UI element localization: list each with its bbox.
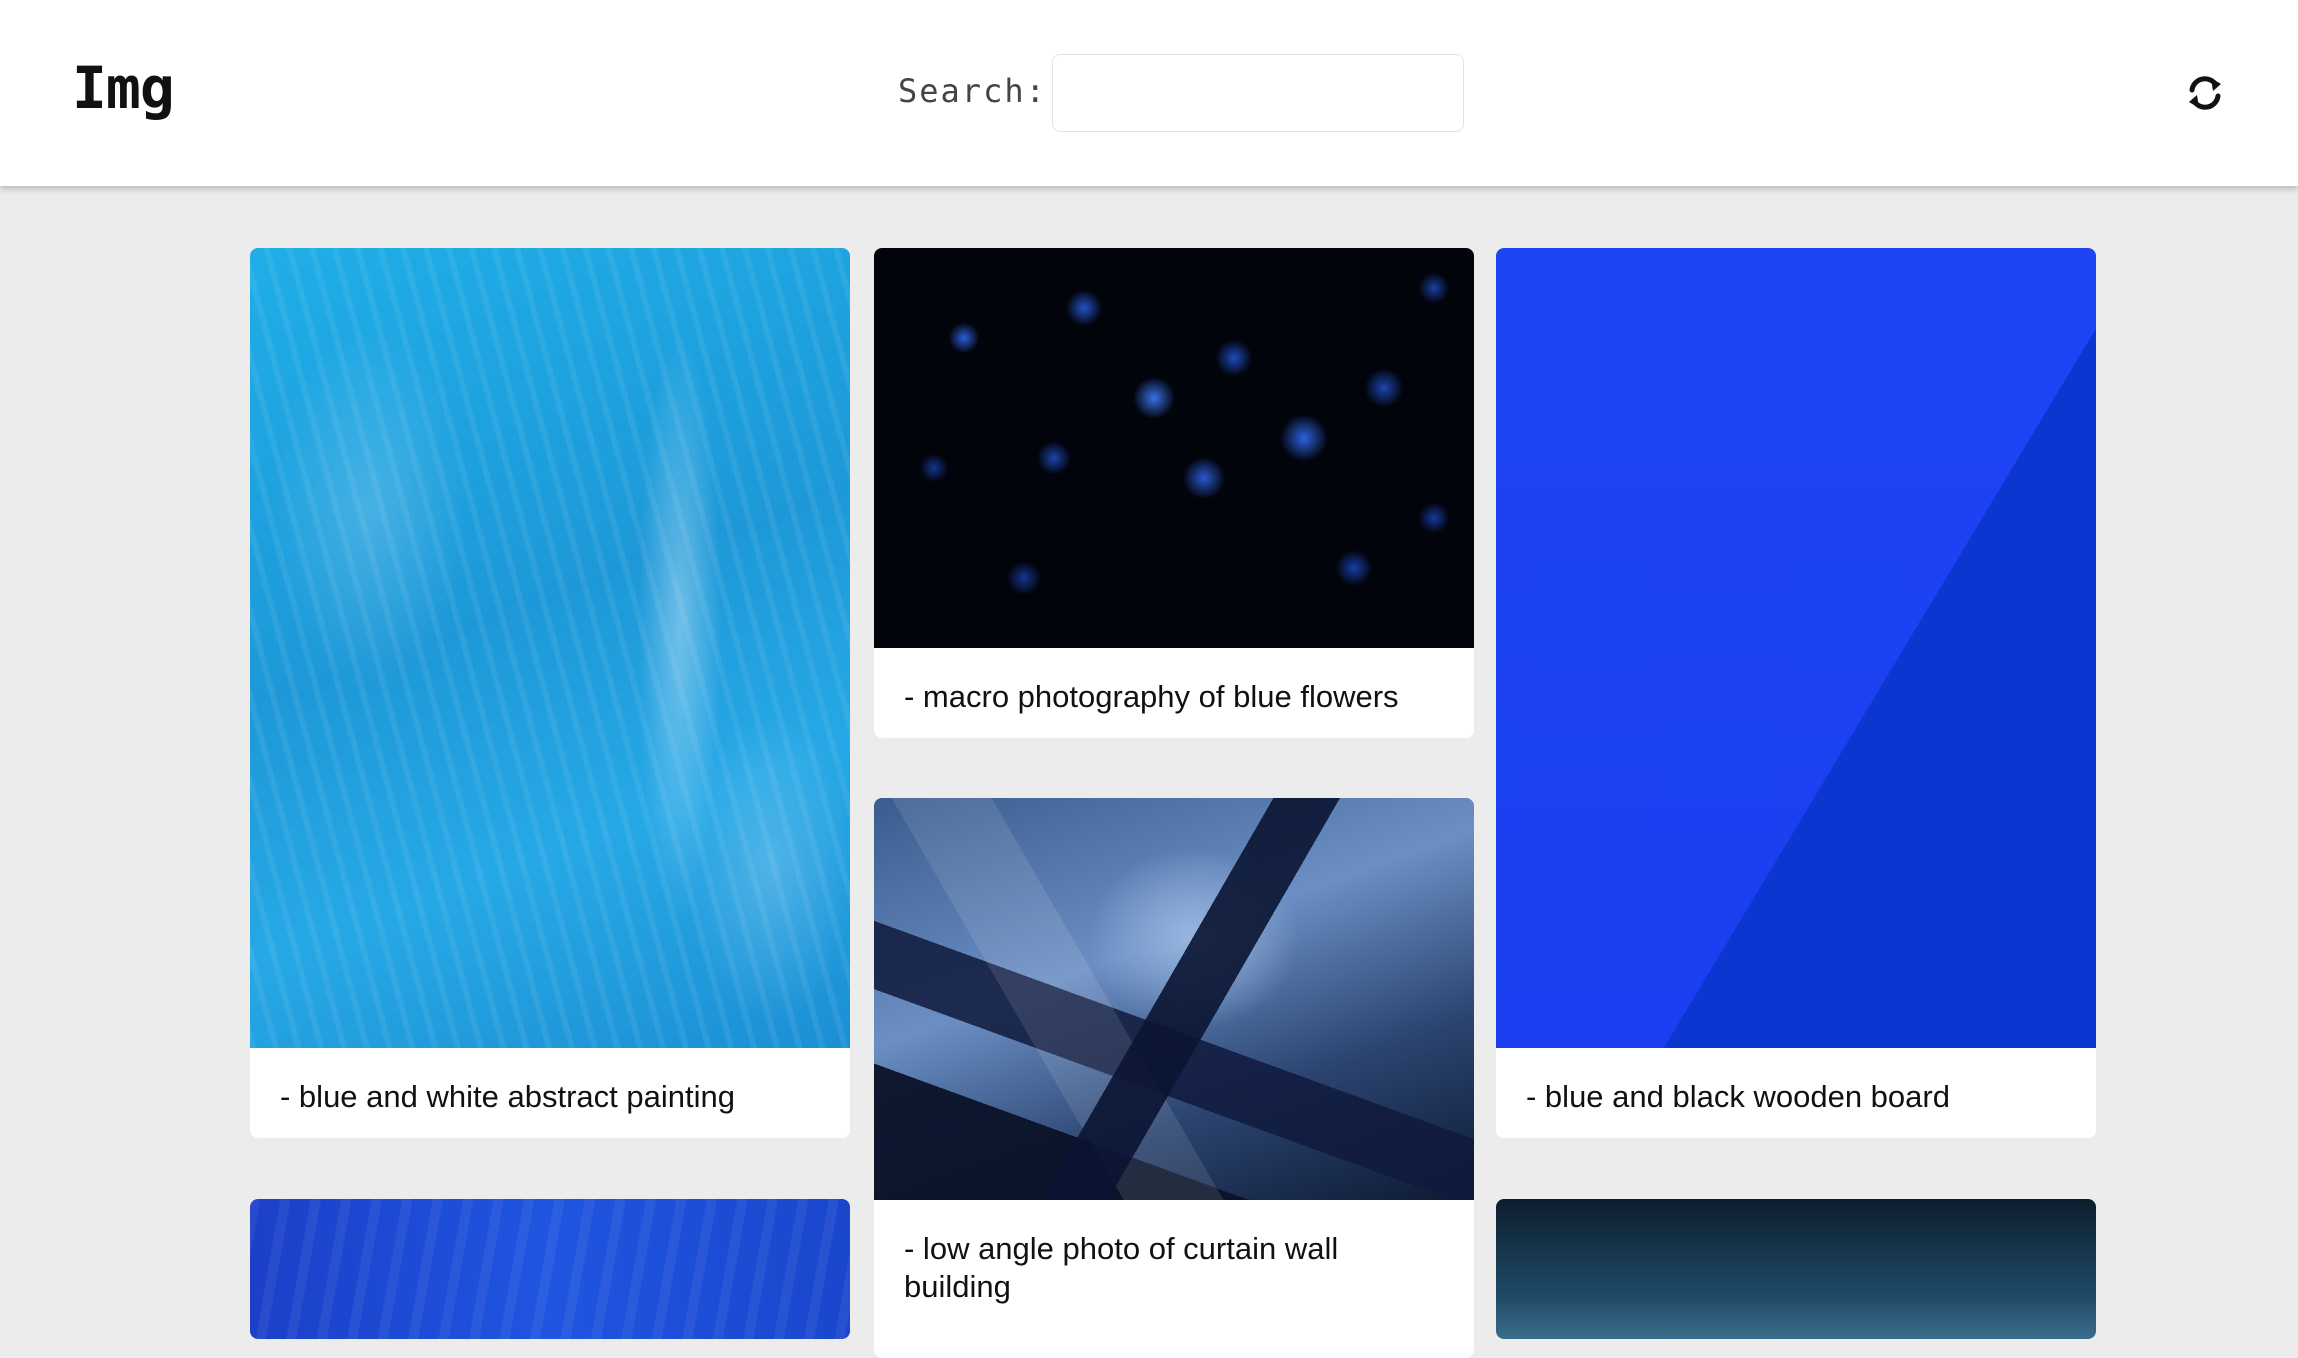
image-card[interactable]: - macro photography of blue flowers xyxy=(874,248,1474,738)
image-card[interactable]: - low angle photo of curtain wall buildi… xyxy=(874,798,1474,1358)
card-image[interactable] xyxy=(250,248,850,1048)
card-image[interactable] xyxy=(1496,248,2096,1048)
card-caption: - low angle photo of curtain wall buildi… xyxy=(904,1231,1339,1304)
image-card[interactable] xyxy=(1496,1199,2096,1339)
card-image[interactable] xyxy=(1496,1199,2096,1339)
card-image[interactable] xyxy=(874,248,1474,648)
app-logo[interactable]: Img xyxy=(72,54,175,122)
card-caption: - blue and black wooden board xyxy=(1526,1079,1950,1114)
refresh-button[interactable] xyxy=(2180,68,2230,118)
search-label: Search: xyxy=(898,72,1047,110)
card-caption: - blue and white abstract painting xyxy=(280,1079,735,1114)
card-image[interactable] xyxy=(874,798,1474,1200)
image-card[interactable]: - blue and black wooden board xyxy=(1496,248,2096,1138)
image-card[interactable]: - blue and white abstract painting xyxy=(250,248,850,1138)
card-caption: - macro photography of blue flowers xyxy=(904,679,1399,714)
top-bar: Img Search: xyxy=(0,0,2298,186)
card-image[interactable] xyxy=(250,1199,850,1339)
refresh-icon xyxy=(2189,76,2221,110)
search-input[interactable] xyxy=(1052,54,1464,132)
image-card[interactable] xyxy=(250,1199,850,1339)
